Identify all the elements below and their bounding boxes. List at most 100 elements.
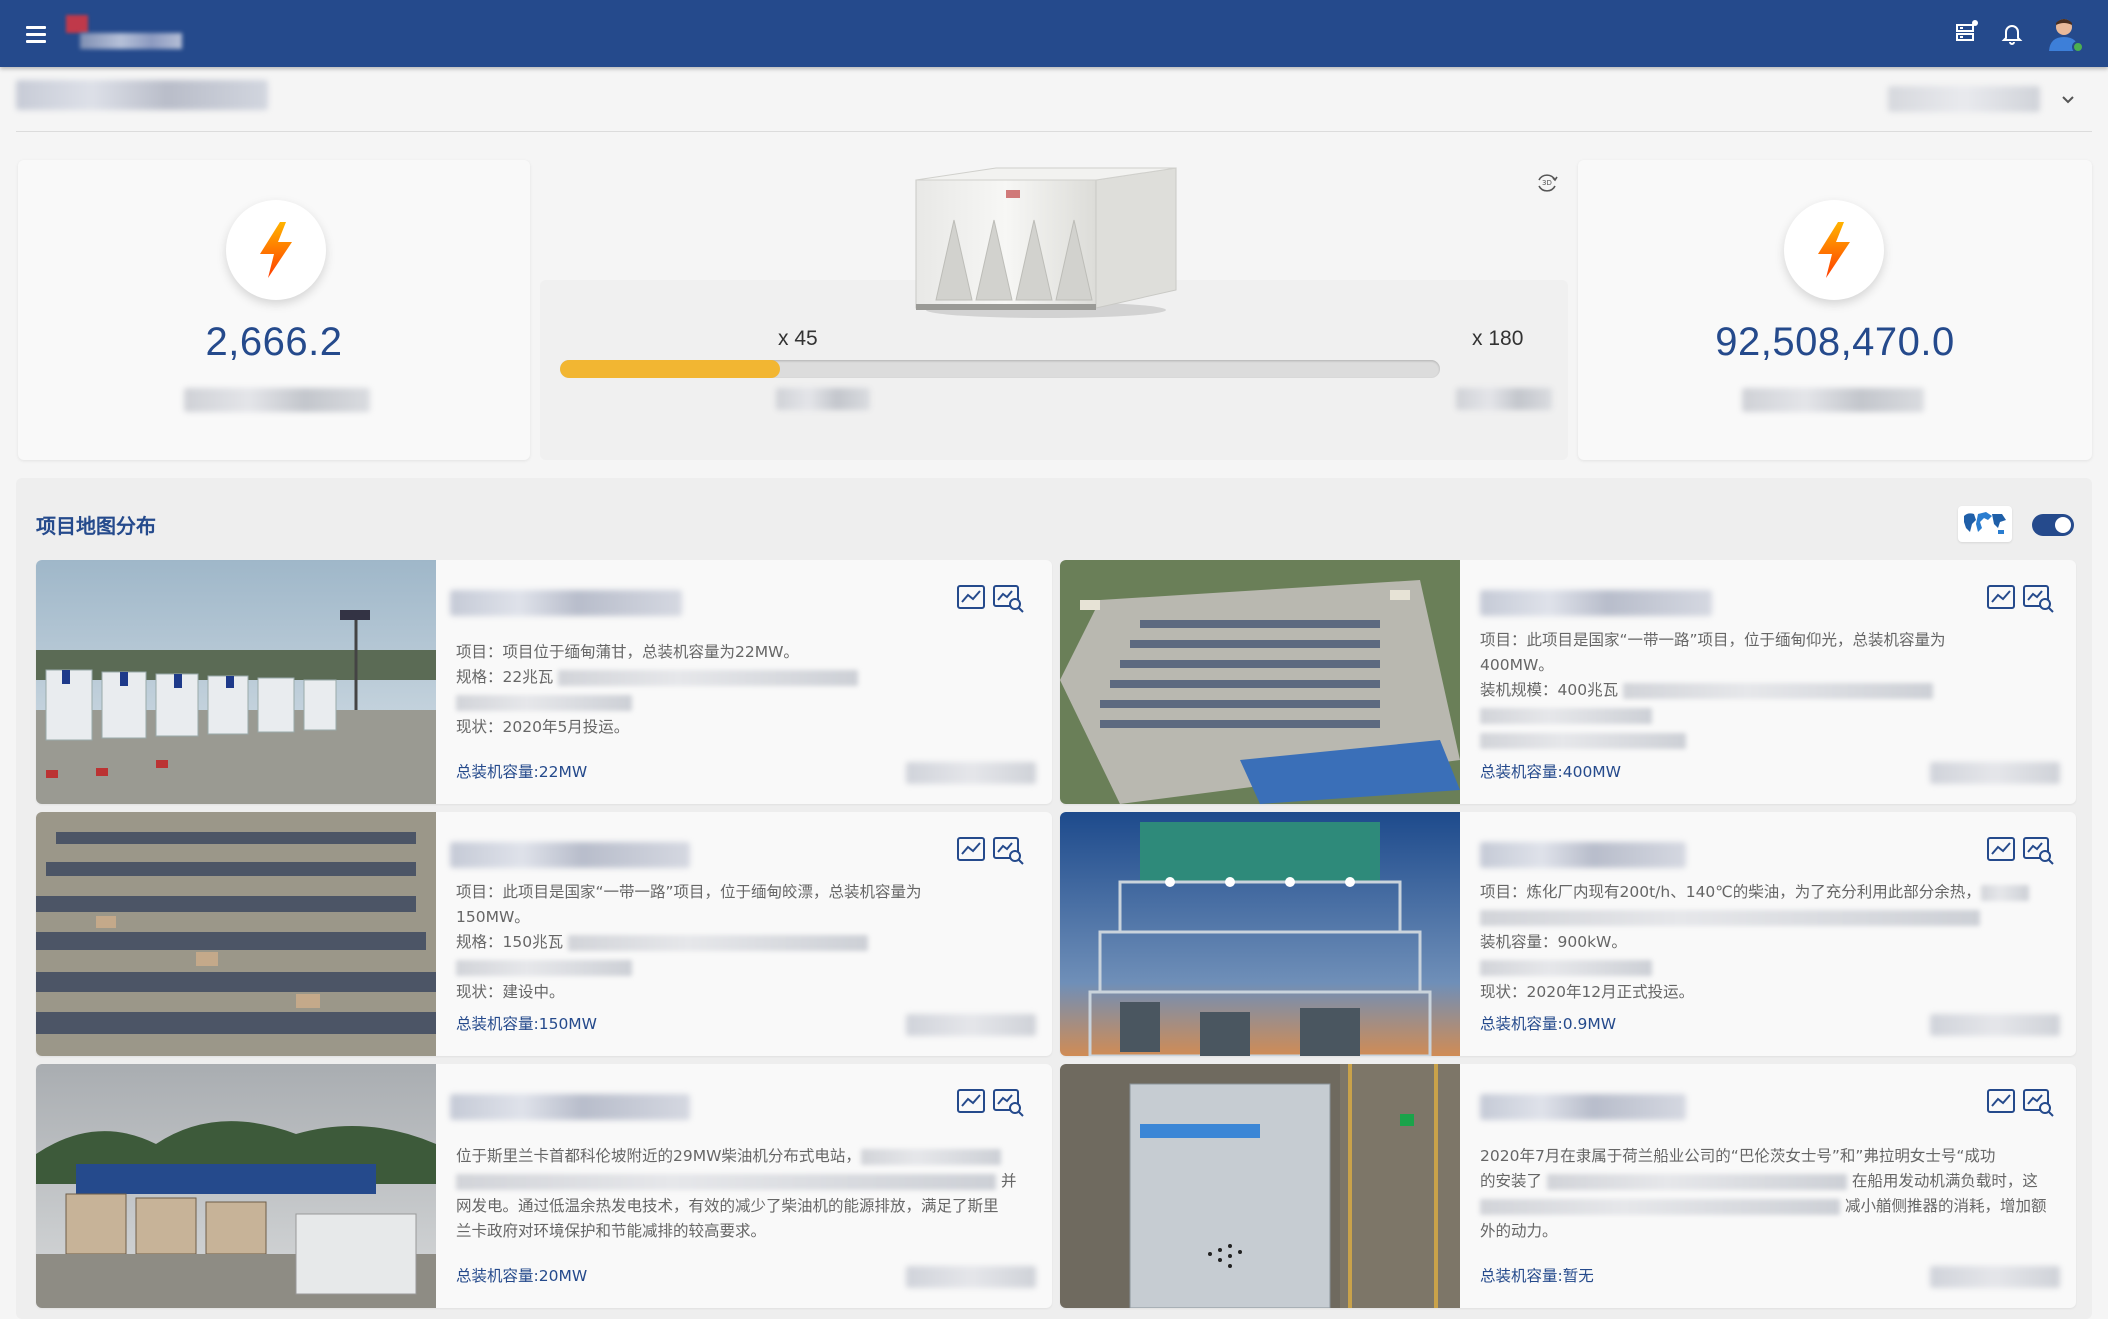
world-map-icon[interactable] [1958,506,2012,542]
project-photo [1060,1064,1460,1308]
chart-search-icon[interactable] [2022,1086,2054,1117]
chart-search-icon[interactable] [992,582,1024,613]
svg-text:3D: 3D [1542,179,1552,187]
project-card[interactable]: 项目：此项目是国家“一带一路”项目，位于缅甸皎漂，总装机容量为 150MW。 规… [36,812,1052,1056]
section-title: 项目地图分布 [36,514,156,538]
capacity-label: 总装机容量:150MW [456,1015,598,1033]
capacity-extra [1930,1266,2060,1288]
project-title [450,1094,690,1120]
chart-search-icon[interactable] [2022,582,2054,613]
desc-line: 装机规模：400兆瓦 [1480,681,1619,699]
stat-value-right: 92,508,470.0 [1715,320,1955,364]
chart-search-icon[interactable] [2022,834,2054,865]
desc-line: 项目：此项目是国家“一带一路”项目，位于缅甸皎漂，总装机容量为 [456,883,922,901]
hamburger-menu-icon[interactable] [24,22,48,44]
desc-line: 400MW。 [1480,656,1554,674]
desc-line: 在船用发动机满负载时，这 [1851,1172,2038,1190]
desc-line: 项目：此项目是国家“一带一路”项目，位于缅甸仰光，总装机容量为 [1480,631,1946,649]
company-logo[interactable] [62,15,186,53]
progress-fill [560,360,780,378]
capacity-progress-bar [560,360,1440,378]
desc-line: 规格：150兆瓦 [456,933,564,951]
generator-unit-image [906,160,1186,320]
desc-line: 减小艏侧推器的消耗，增加额 [1844,1197,2047,1215]
multiplier-right: x 180 [1472,327,1524,350]
desc-line: 项目：炼化厂内现有200t/h、140℃的柴油，为了充分利用此部分余热， [1480,883,1981,901]
project-description: 项目：炼化厂内现有200t/h、140℃的柴油，为了充分利用此部分余热， 装机容… [1480,880,2060,1005]
divider [16,131,2092,132]
capacity-label: 总装机容量:20MW [456,1267,588,1285]
project-title [1480,1094,1686,1120]
desc-line: 位于斯里兰卡首都科伦坡附近的29MW柴油机分布式电站， [456,1147,861,1165]
bell-icon[interactable] [1998,20,2026,48]
server-icon[interactable] [1952,20,1980,48]
line-chart-icon[interactable] [1986,834,2016,864]
project-description: 位于斯里兰卡首都科伦坡附近的29MW柴油机分布式电站， 并 网发电。通过低温余热… [456,1144,1036,1244]
stat-value-left: 2,666.2 [205,320,343,364]
project-photo [36,560,436,804]
desc-line: 并 [1000,1172,1017,1190]
multiplier-left: x 45 [778,327,818,350]
capacity-label: 总装机容量:0.9MW [1480,1015,1617,1033]
breadcrumb [16,80,268,110]
lightning-bolt-icon [1784,200,1884,300]
project-title [1480,842,1686,868]
project-photo [1060,812,1460,1056]
project-select[interactable] [1888,86,2040,112]
project-description: 2020年7月在隶属于荷兰船业公司的“巴伦茨女士号”和”弗拉明女士号“成功 的安… [1480,1144,2060,1244]
desc-line: 的安装了 [1480,1172,1543,1190]
capacity-extra [906,1266,1036,1288]
desc-line: 网发电。通过低温余热发电技术，有效的减少了柴油机的能源排放，满足了斯里 [456,1197,999,1215]
chevron-down-icon[interactable] [2058,90,2078,110]
project-description: 项目：此项目是国家“一带一路”项目，位于缅甸仰光，总装机容量为 400MW。 装… [1480,628,2060,753]
chart-search-icon[interactable] [992,1086,1024,1117]
project-title [450,590,682,616]
desc-line: 装机容量：900kW。 [1480,933,1627,951]
line-chart-icon[interactable] [956,582,986,612]
project-photo [36,812,436,1056]
desc-line: 规格：22兆瓦 [456,668,554,686]
capacity-extra [1930,1014,2060,1036]
progress-label-left [776,388,870,410]
3d-rotate-icon[interactable]: 3D [1534,170,1560,196]
project-card[interactable]: 2020年7月在隶属于荷兰船业公司的“巴伦茨女士号”和”弗拉明女士号“成功 的安… [1060,1064,2076,1308]
lightning-bolt-icon [226,200,326,300]
project-card[interactable]: 项目：项目位于缅甸蒲甘，总装机容量为22MW。 规格：22兆瓦 现状：2020年… [36,560,1052,804]
desc-line: 现状：2020年12月正式投运。 [1480,983,1695,1001]
project-title [1480,590,1712,616]
line-chart-icon[interactable] [1986,1086,2016,1116]
stat-card-right: 92,508,470.0 [1578,160,2092,460]
line-chart-icon[interactable] [956,1086,986,1116]
capacity-extra [1930,762,2060,784]
desc-line: 现状：2020年5月投运。 [456,718,630,736]
user-avatar[interactable] [2044,13,2084,53]
capacity-label: 总装机容量:400MW [1480,763,1622,781]
capacity-extra [906,1014,1036,1036]
desc-line: 项目：项目位于缅甸蒲甘，总装机容量为22MW。 [456,643,799,661]
project-description: 项目：项目位于缅甸蒲甘，总装机容量为22MW。 规格：22兆瓦 现状：2020年… [456,640,1036,740]
project-photo [36,1064,436,1308]
project-card[interactable]: 项目：此项目是国家“一带一路”项目，位于缅甸仰光，总装机容量为 400MW。 装… [1060,560,2076,804]
stat-label-left [184,388,370,412]
stat-card-left: 2,666.2 [18,160,530,460]
capacity-extra [906,762,1036,784]
project-card[interactable]: 项目：炼化厂内现有200t/h、140℃的柴油，为了充分利用此部分余热， 装机容… [1060,812,2076,1056]
progress-label-right [1456,388,1552,410]
desc-line: 兰卡政府对环境保护和节能减排的较高要求。 [456,1222,767,1240]
project-description: 项目：此项目是国家“一带一路”项目，位于缅甸皎漂，总装机容量为 150MW。 规… [456,880,1036,1005]
top-app-bar [0,0,2108,67]
desc-line: 150MW。 [456,908,530,926]
line-chart-icon[interactable] [1986,582,2016,612]
desc-line: 2020年7月在隶属于荷兰船业公司的“巴伦茨女士号”和”弗拉明女士号“成功 [1480,1147,1996,1165]
chart-search-icon[interactable] [992,834,1024,865]
project-title [450,842,690,868]
stat-label-right [1742,388,1924,412]
project-photo [1060,560,1460,804]
line-chart-icon[interactable] [956,834,986,864]
project-card[interactable]: 位于斯里兰卡首都科伦坡附近的29MW柴油机分布式电站， 并 网发电。通过低温余热… [36,1064,1052,1308]
view-toggle[interactable] [2032,514,2074,536]
desc-line: 现状：建设中。 [456,983,565,1001]
desc-line: 外的动力。 [1480,1222,1558,1240]
online-status-dot [2072,41,2084,53]
capacity-label: 总装机容量:22MW [456,763,588,781]
